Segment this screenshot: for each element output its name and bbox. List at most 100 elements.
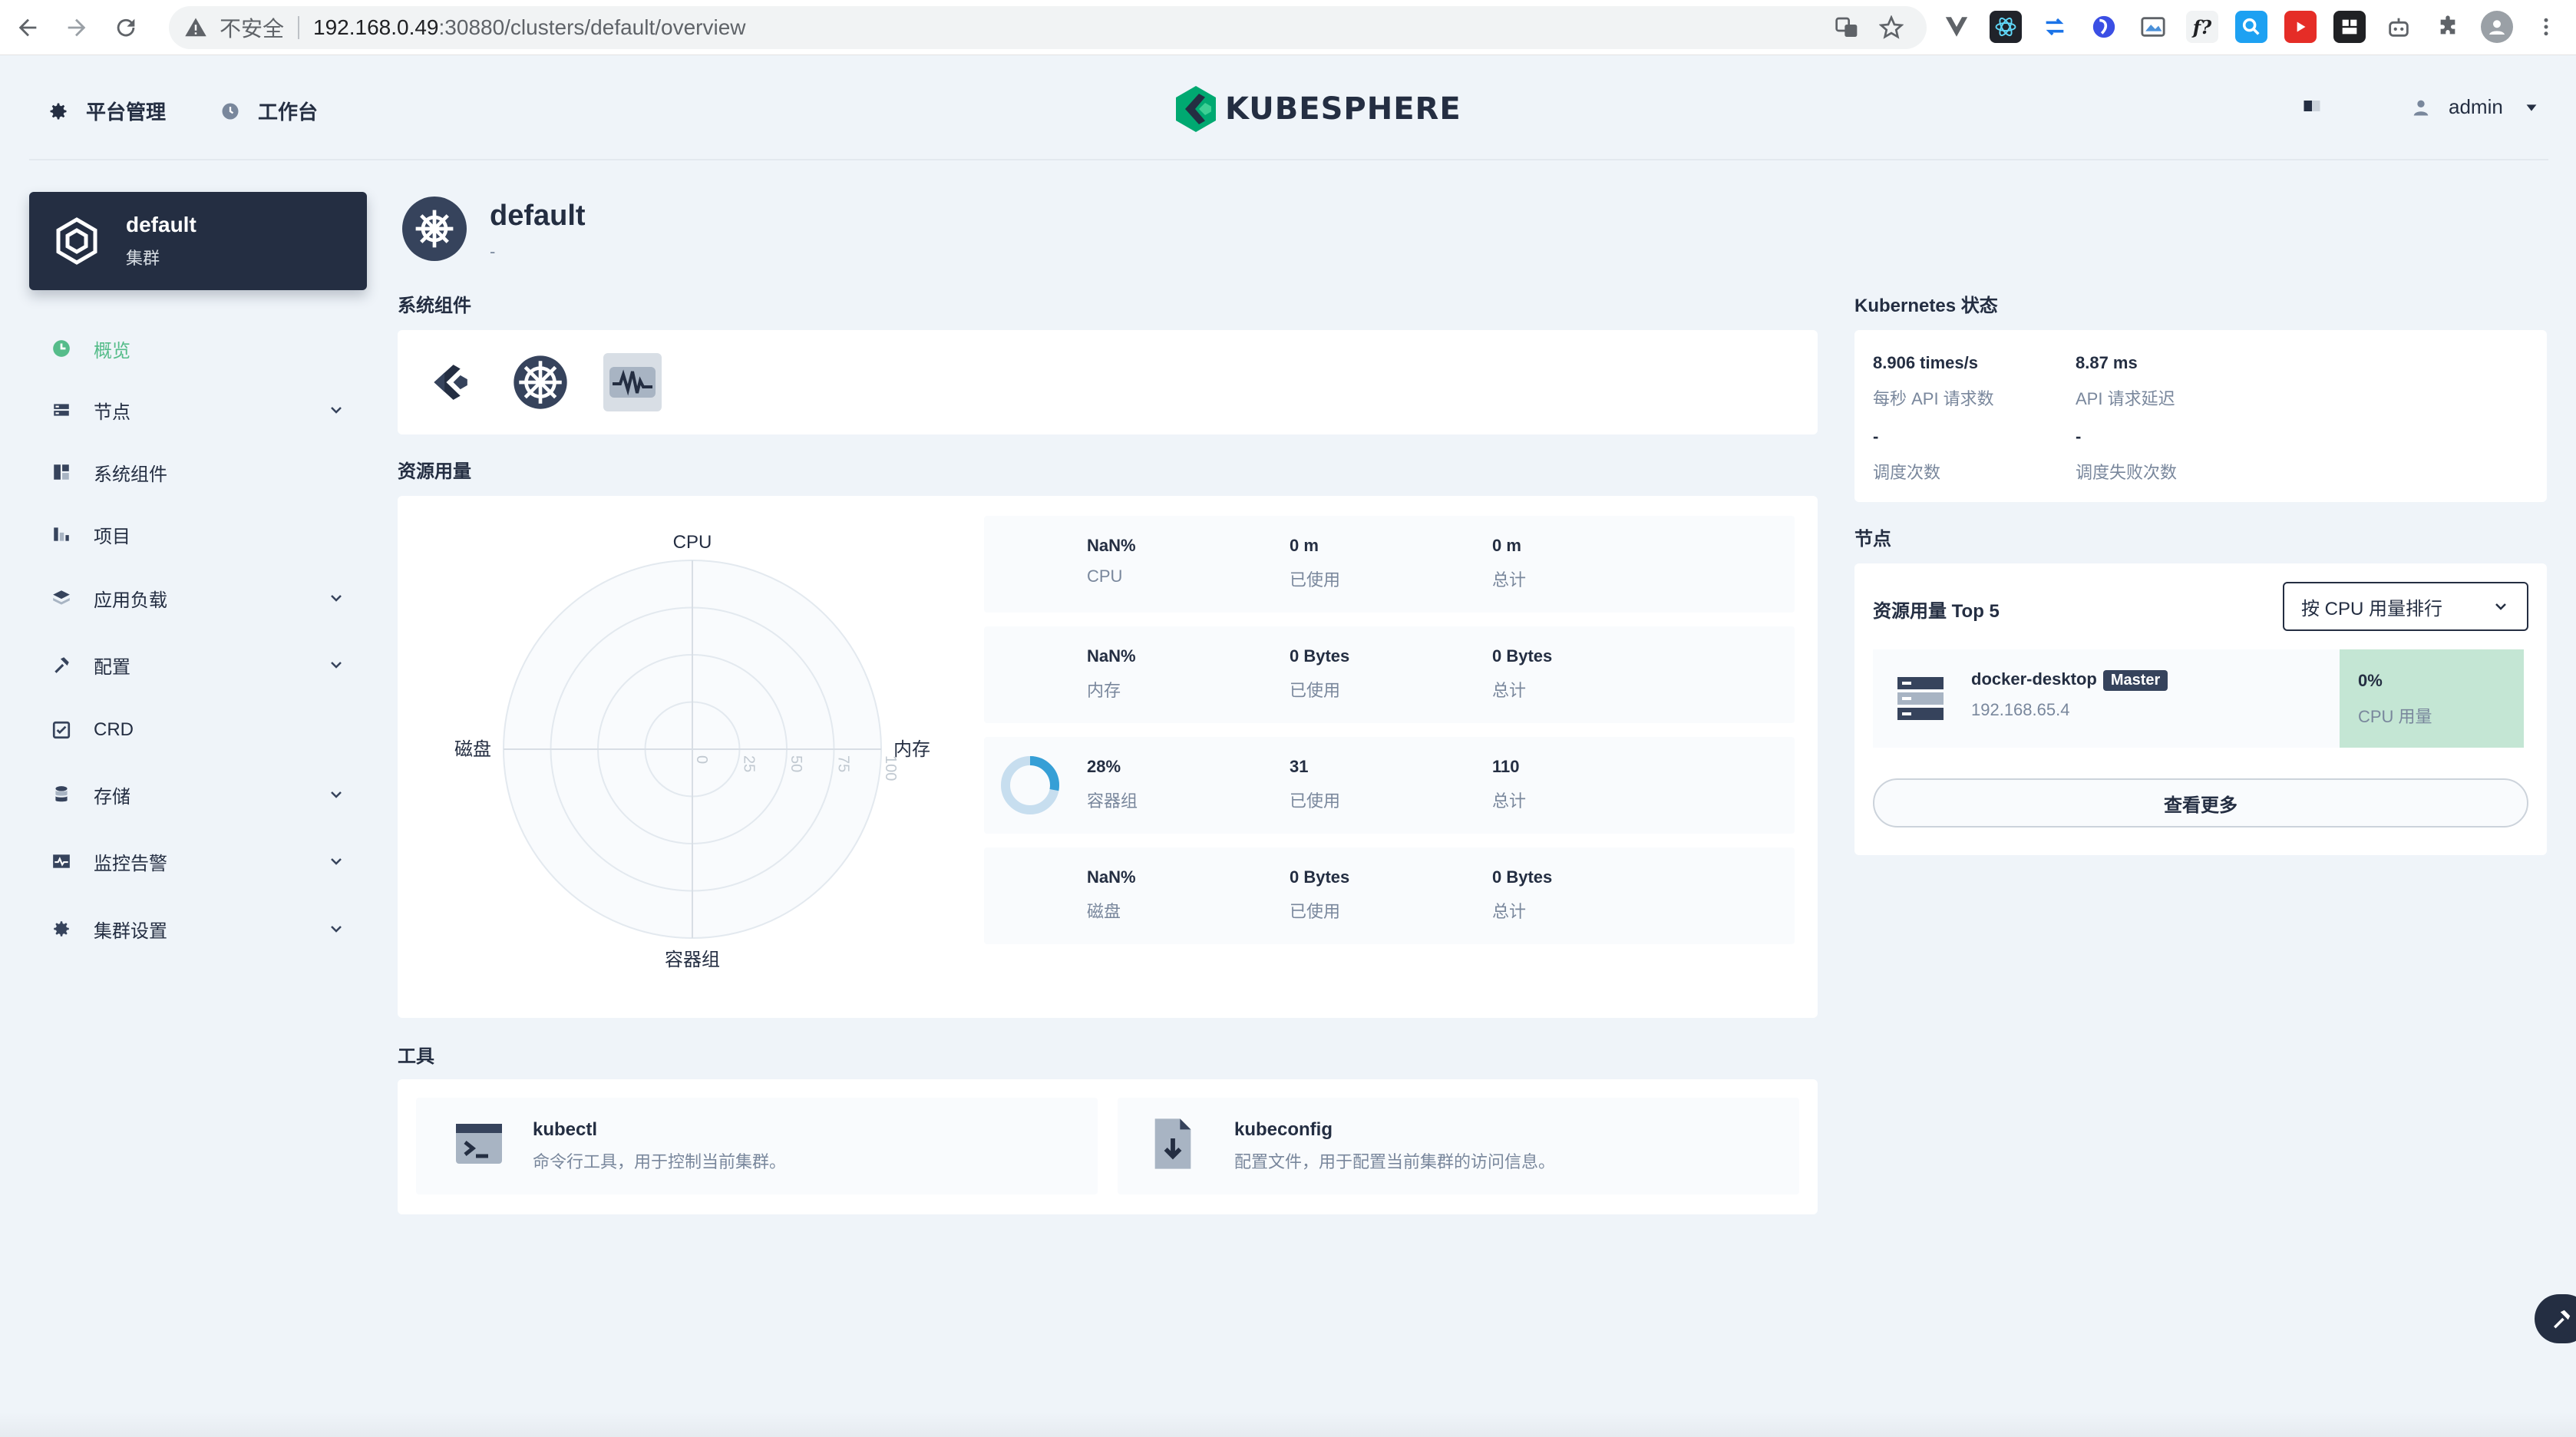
k8s-schedule-fail: - 调度失败次数	[2076, 427, 2177, 484]
sidebar-item-workloads[interactable]: 应用负载	[29, 565, 367, 631]
kubesphere-logo[interactable]: KUBESPHERE	[1174, 86, 1461, 132]
platform-management-menu[interactable]: 平台管理	[48, 97, 166, 125]
bottom-edge	[0, 1412, 2576, 1437]
k8s-api-latency-value: 8.87 ms	[2076, 353, 2138, 372]
resource-stat-label: 磁盘	[1087, 902, 1121, 921]
kubesphere-logo-icon	[1176, 86, 1216, 132]
resource-row: NaN% 磁盘 0 Bytes 已使用 0 Bytes 总计	[984, 847, 1795, 944]
sidebar-item-label: 应用负载	[94, 590, 167, 611]
react-extension-icon[interactable]	[1990, 11, 2022, 43]
sidebar-item-config[interactable]: 配置	[29, 631, 367, 699]
gear-icon	[50, 103, 67, 119]
sidebar-item-cluster-settings[interactable]: 集群设置	[29, 895, 367, 963]
radar-axis-label: CPU	[673, 532, 712, 553]
display-toggle-button[interactable]	[2301, 95, 2323, 117]
bookmark-star-icon[interactable]	[1879, 15, 1904, 40]
resource-stat-label: 已使用	[1290, 681, 1341, 700]
user-icon	[2413, 100, 2429, 115]
logo-text: KUBESPHERE	[1225, 91, 1461, 127]
page-subtitle: -	[490, 242, 496, 261]
translate-icon[interactable]	[1835, 15, 1859, 40]
resource-stat: 0 Bytes 总计	[1492, 646, 1552, 702]
radar-chart: CPU内存容器组磁盘 0 25 50 75 100	[454, 532, 930, 970]
sidebar-item-system-components[interactable]: 系统组件	[29, 441, 367, 504]
swirl-extension-icon[interactable]	[2088, 11, 2120, 43]
forward-button[interactable]	[55, 6, 98, 49]
components-icon	[51, 461, 72, 483]
extensions-puzzle-icon[interactable]	[2432, 11, 2464, 43]
tool-kubectl[interactable]: kubectl 命令行工具，用于控制当前集群。	[416, 1098, 1098, 1194]
formula-extension-icon[interactable]: f?	[2186, 11, 2218, 43]
node-row[interactable]: docker-desktop Master 192.168.65.4 0% CPU…	[1873, 649, 2524, 748]
resource-stat-value: 0 m	[1290, 536, 1319, 555]
tool-description: 命令行工具，用于控制当前集群。	[533, 1152, 787, 1171]
resource-stat: NaN% 内存	[1087, 646, 1136, 702]
resource-row: NaN% CPU 0 m 已使用 0 m 总计	[984, 516, 1795, 613]
sidebar-item-crd[interactable]: CRD	[29, 699, 367, 761]
k8s-schedule-fail-value: -	[2076, 427, 2082, 446]
user-menu[interactable]: admin	[2410, 95, 2540, 119]
profile-avatar-icon[interactable]	[2481, 11, 2513, 43]
sidebar-item-label: 概览	[94, 340, 130, 362]
kubernetes-component-icon[interactable]	[511, 353, 570, 411]
monitoring-component-icon[interactable]	[603, 353, 662, 411]
sync-extension-icon[interactable]	[2039, 11, 2071, 43]
chevron-down-icon	[331, 858, 342, 865]
hammer-icon	[2554, 1310, 2571, 1329]
header-divider	[29, 159, 2548, 160]
arrow-right-icon	[68, 18, 86, 36]
workbench-menu[interactable]: 工作台	[220, 97, 318, 125]
k8s-api-rate: 8.906 times/s 每秒 API 请求数	[1873, 353, 1994, 410]
node-server-icon	[1897, 677, 1944, 720]
resource-stat-value: NaN%	[1087, 867, 1136, 887]
cube-icon	[56, 217, 97, 265]
robot-extension-icon[interactable]	[2383, 11, 2415, 43]
chevron-down-icon	[2495, 603, 2506, 610]
video-extension-icon[interactable]	[2284, 11, 2317, 43]
reload-button[interactable]	[104, 6, 147, 49]
radar-tick-label: 100	[882, 755, 899, 781]
cluster-name: default	[126, 213, 197, 236]
node-sort-select[interactable]: 按 CPU 用量排行	[2283, 582, 2528, 631]
system-components-panel	[398, 330, 1818, 434]
pod-usage-ring	[1001, 756, 1059, 814]
sidebar-item-storage[interactable]: 存储	[29, 761, 367, 828]
arrow-left-icon	[18, 18, 37, 36]
resource-stat-value: 0 m	[1492, 536, 1521, 555]
resource-stat-label: 已使用	[1290, 902, 1341, 921]
sidebar-item-label: 系统组件	[94, 464, 167, 485]
toolbox-float-button[interactable]	[2535, 1294, 2576, 1343]
tool-kubeconfig[interactable]: kubeconfig 配置文件，用于配置当前集群的访问信息。	[1118, 1098, 1799, 1194]
sidebar-item-overview[interactable]: 概览	[29, 318, 367, 379]
section-k8s-status: Kubernetes 状态	[1854, 296, 1998, 316]
sidebar-item-label: CRD	[94, 719, 134, 740]
sidebar-item-monitoring[interactable]: 监控告警	[29, 828, 367, 895]
workbench-label: 工作台	[258, 101, 319, 124]
reload-icon	[117, 18, 135, 36]
vue-extension-icon[interactable]	[1940, 11, 1973, 43]
sidebar-item-nodes[interactable]: 节点	[29, 379, 367, 441]
user-name: admin	[2449, 95, 2503, 118]
cluster-card[interactable]: default 集群	[29, 192, 367, 290]
tool-name: kubectl	[533, 1119, 598, 1140]
radar-axis-label: 容器组	[665, 950, 720, 970]
browser-menu-icon[interactable]	[2530, 11, 2562, 43]
kubernetes-helm-icon	[402, 197, 467, 261]
section-resource-usage: 资源用量	[398, 461, 471, 482]
kubesphere-component-icon[interactable]	[421, 353, 479, 411]
resource-stat-value: 0 Bytes	[1290, 646, 1350, 666]
see-more-button[interactable]: 查看更多	[1873, 778, 2528, 828]
node-cpu-metric: 0% CPU 用量	[2340, 649, 2524, 748]
sidebar-item-projects[interactable]: 项目	[29, 504, 367, 565]
browser-toolbar: 不安全 192.168.0.49:30880/clusters/default/…	[0, 0, 2576, 55]
puzzle-dark-extension-icon[interactable]	[2333, 11, 2366, 43]
nodes-panel: 资源用量 Top 5 按 CPU 用量排行 docker-desktop Mast…	[1854, 563, 2547, 855]
resource-stat: 110 总计	[1492, 757, 1526, 812]
master-badge: Master	[2102, 670, 2168, 691]
screenshot-extension-icon[interactable]	[2137, 11, 2169, 43]
back-button[interactable]	[6, 6, 49, 49]
radar-tick-label: 25	[741, 755, 758, 772]
search-extension-icon[interactable]	[2235, 11, 2267, 43]
address-bar[interactable]: 不安全 192.168.0.49:30880/clusters/default/…	[169, 6, 1927, 49]
gear-icon	[51, 918, 72, 940]
